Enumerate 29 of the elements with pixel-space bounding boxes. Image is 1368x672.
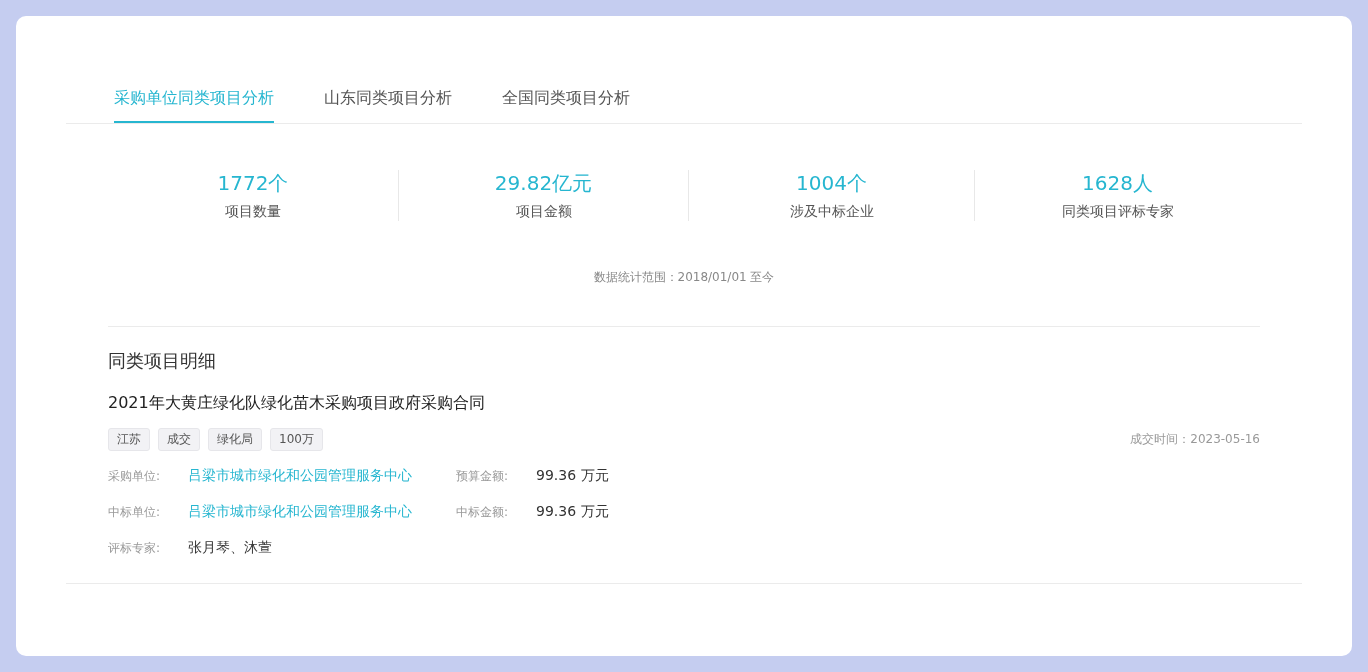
tag: 100万 [270, 428, 323, 451]
field-label: 预算金额: [456, 467, 510, 485]
field-label: 中标金额: [456, 503, 510, 521]
tab[interactable]: 采购单位同类项目分析 [114, 88, 274, 123]
section-title: 同类项目明细 [108, 349, 217, 373]
tag: 江苏 [108, 428, 150, 451]
field-label: 中标单位: [108, 503, 162, 521]
field-value: 99.36 万元 [536, 503, 609, 521]
stat-value: 29.82亿元 [494, 170, 593, 197]
tab[interactable]: 全国同类项目分析 [502, 88, 630, 123]
field-value: 张月琴、沐萱 [188, 539, 272, 557]
deal-time: 成交时间：2023-05-16 [1130, 431, 1260, 448]
tag: 成交 [158, 428, 200, 451]
field-label: 评标专家: [108, 539, 162, 557]
stat-value: 1772个 [217, 170, 289, 197]
stat-value: 1004个 [796, 170, 867, 197]
tag: 绿化局 [208, 428, 262, 451]
stat-value: 1628人 [1082, 170, 1153, 197]
date-range-text: 数据统计范围：2018/01/01 至今 [593, 270, 775, 284]
stat-label: 项目金额 [515, 203, 572, 221]
field-value: 99.36 万元 [536, 467, 609, 485]
stat-label: 涉及中标企业 [789, 203, 874, 221]
stat-label: 同类项目评标专家 [1061, 203, 1174, 221]
organization-link[interactable]: 吕梁市城市绿化和公园管理服务中心 [188, 467, 412, 485]
field-label: 采购单位: [108, 467, 162, 485]
stat-label: 项目数量 [225, 203, 281, 221]
project-title: 2021年大黄庄绿化队绿化苗木采购项目政府采购合同 [108, 393, 486, 414]
organization-link[interactable]: 吕梁市城市绿化和公园管理服务中心 [188, 503, 412, 521]
tab[interactable]: 山东同类项目分析 [324, 88, 452, 123]
